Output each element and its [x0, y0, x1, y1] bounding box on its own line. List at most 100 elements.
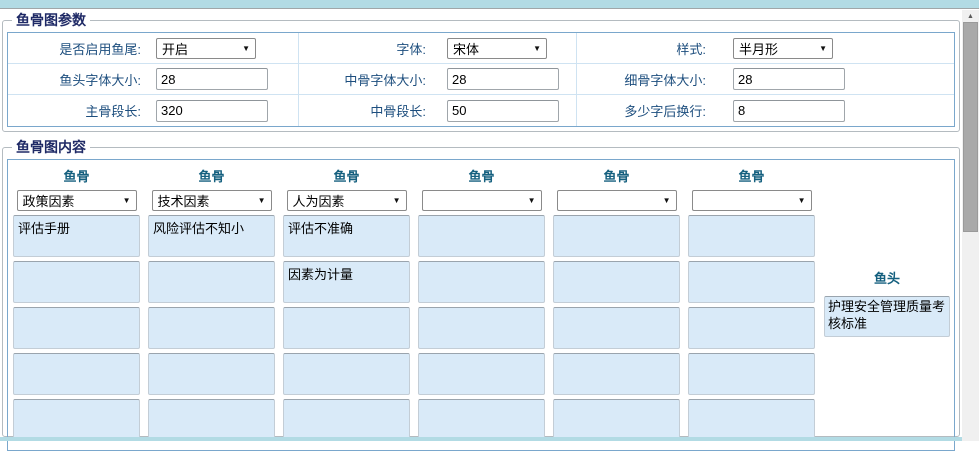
top-accent-bar	[0, 0, 979, 9]
field-label: 鱼头字体大小:	[8, 70, 141, 89]
bone-column-4: 鱼骨 ▼	[418, 160, 545, 445]
scrollbar-thumb[interactable]	[963, 22, 978, 232]
content-grid: 鱼骨 政策因素 ▼ 评估手册 鱼骨 技术因素 ▼	[7, 159, 955, 451]
bottom-accent-bar	[0, 437, 962, 441]
bone-item-textarea[interactable]	[13, 307, 140, 349]
bone-column-5: 鱼骨 ▼	[553, 160, 680, 445]
thin-bone-font-size-input[interactable]	[733, 68, 845, 90]
field-mid-bone-font-size: 中骨字体大小:	[298, 64, 576, 94]
field-main-bone-length: 主骨段长:	[8, 95, 298, 126]
bone-item-textarea[interactable]	[553, 261, 680, 303]
bone-item-textarea[interactable]: 评估不准确	[283, 215, 410, 257]
bone-item-textarea[interactable]	[418, 399, 545, 441]
bone-item-textarea[interactable]: 因素为计量	[283, 261, 410, 303]
main-bone-length-input[interactable]	[156, 100, 268, 122]
chevron-down-icon: ▼	[242, 44, 250, 53]
params-row: 是否启用鱼尾: 开启 ▼ 字体: 宋体 ▼ 样式: 半月形	[8, 33, 954, 64]
bone-item-textarea[interactable]	[688, 307, 815, 349]
bone-item-textarea[interactable]	[553, 215, 680, 257]
params-section: 鱼骨图参数 是否启用鱼尾: 开启 ▼ 字体: 宋体 ▼	[2, 10, 960, 132]
params-row: 鱼头字体大小: 中骨字体大小: 细骨字体大小:	[8, 64, 954, 95]
field-label: 中骨字体大小:	[299, 70, 426, 89]
fish-head-header: 鱼头	[824, 268, 950, 287]
bone-column-2: 鱼骨 技术因素 ▼ 风险评估不知小	[148, 160, 275, 445]
bone-item-textarea[interactable]	[418, 215, 545, 257]
bone-item-textarea[interactable]	[688, 261, 815, 303]
field-label: 主骨段长:	[8, 101, 141, 120]
chevron-down-icon: ▼	[393, 196, 401, 205]
mid-bone-length-input[interactable]	[447, 100, 559, 122]
bone-item-textarea[interactable]	[148, 399, 275, 441]
bone-column-3: 鱼骨 人为因素 ▼ 评估不准确 因素为计量	[283, 160, 410, 445]
field-label: 是否启用鱼尾:	[8, 39, 141, 58]
bone-item-textarea[interactable]	[553, 399, 680, 441]
bone-item-textarea[interactable]	[13, 399, 140, 441]
bone-item-textarea[interactable]	[283, 353, 410, 395]
bone-item-textarea[interactable]	[283, 399, 410, 441]
field-style: 样式: 半月形 ▼	[576, 33, 954, 63]
mid-bone-font-size-input[interactable]	[447, 68, 559, 90]
bone-item-textarea[interactable]	[418, 261, 545, 303]
bone-item-textarea[interactable]	[148, 307, 275, 349]
bone-item-textarea[interactable]	[13, 353, 140, 395]
bone-category-select[interactable]: 政策因素 ▼	[17, 190, 137, 211]
field-thin-bone-font-size: 细骨字体大小:	[576, 64, 954, 94]
bone-column-header: 鱼骨	[283, 166, 410, 185]
fish-head-textarea[interactable]: 护理安全管理质量考核标准	[824, 296, 950, 337]
bone-category-select[interactable]: ▼	[422, 190, 542, 211]
bone-item-textarea[interactable]	[283, 307, 410, 349]
scroll-up-button[interactable]: ▲	[962, 10, 979, 22]
chevron-down-icon: ▼	[798, 196, 806, 205]
bone-category-select[interactable]: ▼	[692, 190, 812, 211]
bone-item-textarea[interactable]	[418, 307, 545, 349]
style-select[interactable]: 半月形 ▼	[733, 38, 833, 59]
bone-item-textarea[interactable]	[553, 307, 680, 349]
chevron-down-icon: ▼	[123, 196, 131, 205]
params-table: 是否启用鱼尾: 开启 ▼ 字体: 宋体 ▼ 样式: 半月形	[7, 32, 955, 127]
bone-column-header: 鱼骨	[553, 166, 680, 185]
wrap-after-chars-input[interactable]	[733, 100, 845, 122]
field-enable-fish-tail: 是否启用鱼尾: 开启 ▼	[8, 33, 298, 63]
field-label: 细骨字体大小:	[577, 70, 706, 89]
chevron-down-icon: ▼	[663, 196, 671, 205]
bone-column-6: 鱼骨 ▼	[688, 160, 815, 445]
font-family-select[interactable]: 宋体 ▼	[447, 38, 547, 59]
bone-column-header: 鱼骨	[13, 166, 140, 185]
bone-item-textarea[interactable]	[148, 353, 275, 395]
vertical-scrollbar[interactable]: ▲	[962, 10, 979, 441]
bone-item-textarea[interactable]	[688, 215, 815, 257]
bone-item-textarea[interactable]	[148, 261, 275, 303]
field-wrap-after-chars: 多少字后换行:	[576, 95, 954, 126]
bone-item-textarea[interactable]: 风险评估不知小	[148, 215, 275, 257]
bone-item-textarea[interactable]	[688, 353, 815, 395]
bone-column-1: 鱼骨 政策因素 ▼ 评估手册	[13, 160, 140, 445]
chevron-down-icon: ▼	[819, 44, 827, 53]
bone-category-select[interactable]: 人为因素 ▼	[287, 190, 407, 211]
main-content: 鱼骨图参数 是否启用鱼尾: 开启 ▼ 字体: 宋体 ▼	[0, 10, 962, 437]
bone-item-textarea[interactable]	[553, 353, 680, 395]
field-label: 中骨段长:	[299, 101, 426, 120]
fish-head-column: 鱼头 护理安全管理质量考核标准	[824, 268, 950, 337]
bone-item-textarea[interactable]	[13, 261, 140, 303]
enable-fish-tail-select[interactable]: 开启 ▼	[156, 38, 256, 59]
scroll-up-icon: ▲	[967, 13, 974, 20]
field-label: 多少字后换行:	[577, 101, 706, 120]
field-mid-bone-length: 中骨段长:	[298, 95, 576, 126]
field-head-font-size: 鱼头字体大小:	[8, 64, 298, 94]
field-label: 字体:	[299, 39, 426, 58]
bone-item-textarea[interactable]	[688, 399, 815, 441]
bone-column-header: 鱼骨	[688, 166, 815, 185]
field-label: 样式:	[577, 39, 706, 58]
chevron-down-icon: ▼	[528, 196, 536, 205]
content-section: 鱼骨图内容 鱼骨 政策因素 ▼ 评估手册 鱼骨	[2, 137, 960, 437]
params-row: 主骨段长: 中骨段长: 多少字后换行:	[8, 95, 954, 126]
field-font-family: 字体: 宋体 ▼	[298, 33, 576, 63]
bone-item-textarea[interactable]	[418, 353, 545, 395]
bone-category-select[interactable]: 技术因素 ▼	[152, 190, 272, 211]
bone-category-select[interactable]: ▼	[557, 190, 677, 211]
head-font-size-input[interactable]	[156, 68, 268, 90]
bone-column-header: 鱼骨	[148, 166, 275, 185]
bone-column-header: 鱼骨	[418, 166, 545, 185]
content-section-title: 鱼骨图内容	[12, 137, 90, 157]
bone-item-textarea[interactable]: 评估手册	[13, 215, 140, 257]
